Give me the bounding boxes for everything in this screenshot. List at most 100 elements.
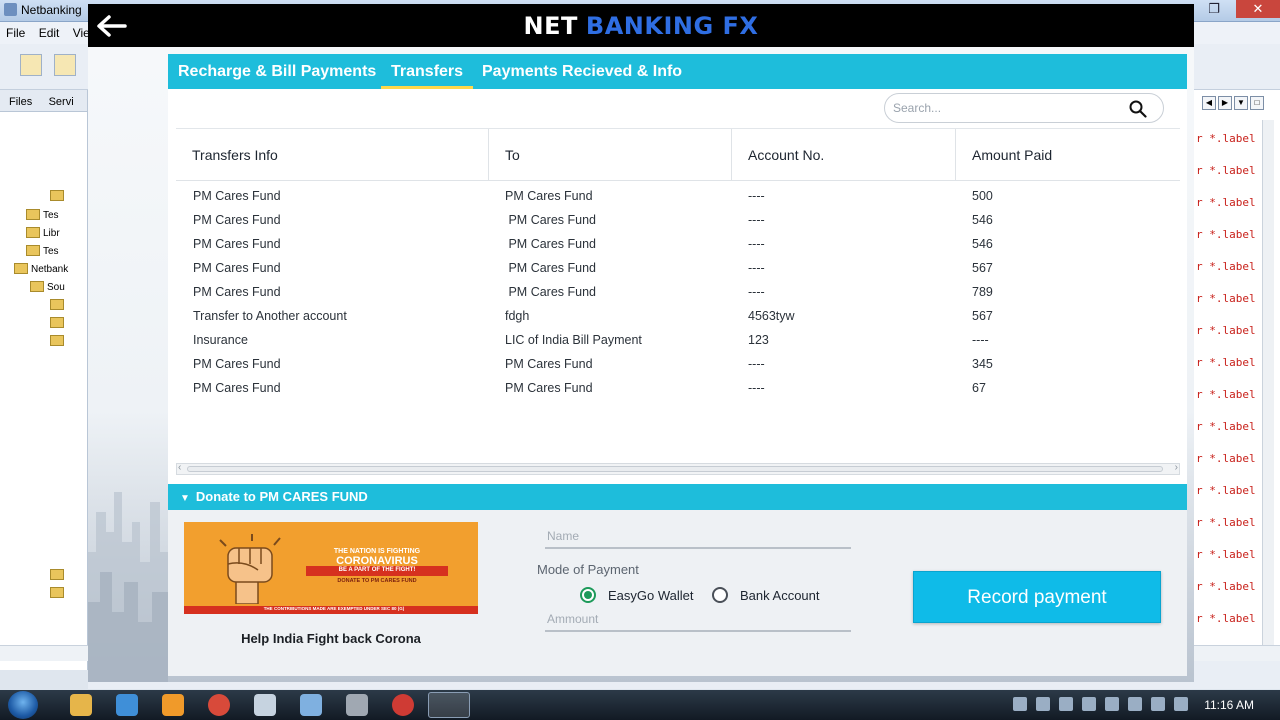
code-line: r *.label	[1196, 516, 1256, 529]
editor-scrollbar[interactable]	[1262, 120, 1274, 645]
amount-field[interactable]: Ammount	[545, 608, 851, 632]
tree-item[interactable]	[50, 317, 67, 329]
tab-services[interactable]: Servi	[40, 90, 78, 108]
folder-icon	[26, 227, 40, 238]
chrome-icon[interactable]	[208, 694, 230, 716]
radio-bank-account[interactable]: Bank Account	[712, 587, 820, 603]
new-file-icon[interactable]	[20, 54, 42, 76]
cell-to: PM Cares Fund	[505, 213, 597, 227]
tab-files[interactable]: Files	[0, 90, 36, 108]
tab-transfers[interactable]: Transfers	[381, 54, 474, 89]
clock[interactable]: 11:16 AM	[1204, 698, 1254, 712]
table-row[interactable]: Transfer to Another account fdgh 4563tyw…	[176, 305, 1180, 329]
search-box[interactable]: Search...	[884, 93, 1164, 123]
tree-item[interactable]: Libr	[26, 227, 60, 239]
radio-unselected-icon	[712, 587, 728, 603]
name-field[interactable]: Name	[545, 525, 851, 549]
virtualbox-icon[interactable]	[300, 694, 322, 716]
tray-icon[interactable]	[1128, 697, 1142, 711]
radio-easygo-wallet[interactable]: EasyGo Wallet	[580, 587, 694, 603]
cell-amount-paid: 345	[972, 357, 993, 371]
maximize-icon[interactable]: □	[1250, 96, 1264, 110]
table-row[interactable]: PM Cares Fund PM Cares Fund ---- 500	[176, 185, 1180, 209]
close-button[interactable]: ✕	[1236, 0, 1280, 18]
explorer-icon[interactable]	[70, 694, 92, 716]
ie-icon[interactable]	[116, 694, 138, 716]
radio-selected-icon	[580, 587, 596, 603]
tree-item[interactable]	[50, 587, 67, 599]
table-row[interactable]: PM Cares Fund PM Cares Fund ---- 345	[176, 353, 1180, 377]
cell-account-no: ----	[748, 381, 765, 395]
tree-item[interactable]: Tes	[26, 245, 59, 257]
tab-payments-received-info[interactable]: Payments Recieved & Info	[472, 54, 692, 89]
header-transfers-info[interactable]: Transfers Info	[176, 129, 489, 181]
header-account-no[interactable]: Account No.	[732, 129, 956, 181]
prev-icon[interactable]: ◀	[1202, 96, 1216, 110]
restore-button[interactable]: ❐	[1192, 0, 1236, 18]
folder-icon	[50, 190, 64, 201]
next-icon[interactable]: ▶	[1218, 96, 1232, 110]
menu-edit[interactable]: Edit	[33, 22, 64, 40]
table-row[interactable]: PM Cares Fund PM Cares Fund ---- 567	[176, 257, 1180, 281]
tray-icon[interactable]	[1105, 697, 1119, 711]
table-row[interactable]: PM Cares Fund PM Cares Fund ---- 546	[176, 233, 1180, 257]
cell-to: PM Cares Fund	[505, 381, 593, 395]
scroll-thumb[interactable]	[187, 466, 1163, 472]
cell-transfers-info: PM Cares Fund	[193, 213, 281, 227]
ide-editor-panel: ◀ ▶ ▼ □ r *.label r *.label r *.label r …	[1194, 90, 1280, 670]
cell-transfers-info: Insurance	[193, 333, 248, 347]
tray-icon[interactable]	[1082, 697, 1096, 711]
city-skyline-decoration	[88, 492, 168, 682]
project-icon	[14, 263, 28, 274]
code-line: r *.label	[1196, 324, 1256, 337]
scroll-left-icon[interactable]: ‹	[178, 462, 181, 473]
cell-account-no: ----	[748, 285, 765, 299]
tray-icon[interactable]	[1036, 697, 1050, 711]
tray-icon[interactable]	[1059, 697, 1073, 711]
dropdown-icon[interactable]: ▼	[1234, 96, 1248, 110]
package-icon	[50, 317, 64, 328]
table-row[interactable]: PM Cares Fund PM Cares Fund ---- 546	[176, 209, 1180, 233]
header-to[interactable]: To	[489, 129, 732, 181]
table-row[interactable]: PM Cares Fund PM Cares Fund ---- 67	[176, 377, 1180, 401]
cell-amount-paid: 546	[972, 213, 993, 227]
scroll-right-icon[interactable]: ›	[1175, 462, 1178, 473]
tree-item[interactable]	[50, 190, 67, 202]
transfers-table: Transfers Info To Account No. Amount Pai…	[176, 128, 1180, 478]
tray-icon[interactable]	[1151, 697, 1165, 711]
tree-item[interactable]	[50, 569, 67, 581]
code-line: r *.label	[1196, 228, 1256, 241]
header-amount-paid[interactable]: Amount Paid	[956, 129, 1180, 181]
amount-placeholder: Ammount	[547, 612, 599, 626]
tray-icon[interactable]	[1013, 697, 1027, 711]
code-line: r *.label	[1196, 388, 1256, 401]
tree-item[interactable]	[50, 335, 67, 347]
search-icon[interactable]	[1129, 100, 1147, 118]
media-player-icon[interactable]	[162, 694, 184, 716]
start-button[interactable]	[8, 691, 38, 719]
menu-file[interactable]: File	[0, 22, 29, 40]
tree-item[interactable]: Tes	[26, 209, 59, 221]
table-horizontal-scrollbar[interactable]: ‹ ›	[176, 462, 1180, 475]
cell-to: PM Cares Fund	[505, 237, 597, 251]
tree-item[interactable]: Netbank	[14, 263, 68, 275]
tab-recharge-bill-payments[interactable]: Recharge & Bill Payments	[168, 54, 386, 89]
notepad-icon[interactable]	[254, 694, 276, 716]
new-project-icon[interactable]	[54, 54, 76, 76]
package-icon	[50, 569, 64, 580]
donate-panel-header[interactable]: ▼ Donate to PM CARES FUND	[168, 484, 1187, 510]
tree-item[interactable]	[50, 299, 67, 311]
table-row[interactable]: PM Cares Fund PM Cares Fund ---- 789	[176, 281, 1180, 305]
banner-line5: THE CONTRIBUTIONS MADE ARE EXEMPTED UNDE…	[263, 606, 405, 611]
record-payment-button[interactable]: Record payment	[913, 571, 1161, 623]
volume-icon[interactable]	[1174, 697, 1188, 711]
database-icon[interactable]	[346, 694, 368, 716]
table-row[interactable]: Insurance LIC of India Bill Payment 123 …	[176, 329, 1180, 353]
recorder-icon[interactable]	[392, 694, 414, 716]
code-line: r *.label	[1196, 132, 1256, 145]
tree-item[interactable]: Sou	[30, 281, 65, 293]
banner-line4: DONATE TO PM CARES FUND	[337, 578, 417, 584]
java-app-task[interactable]	[428, 692, 470, 718]
package-icon	[50, 299, 64, 310]
cell-transfers-info: PM Cares Fund	[193, 285, 281, 299]
